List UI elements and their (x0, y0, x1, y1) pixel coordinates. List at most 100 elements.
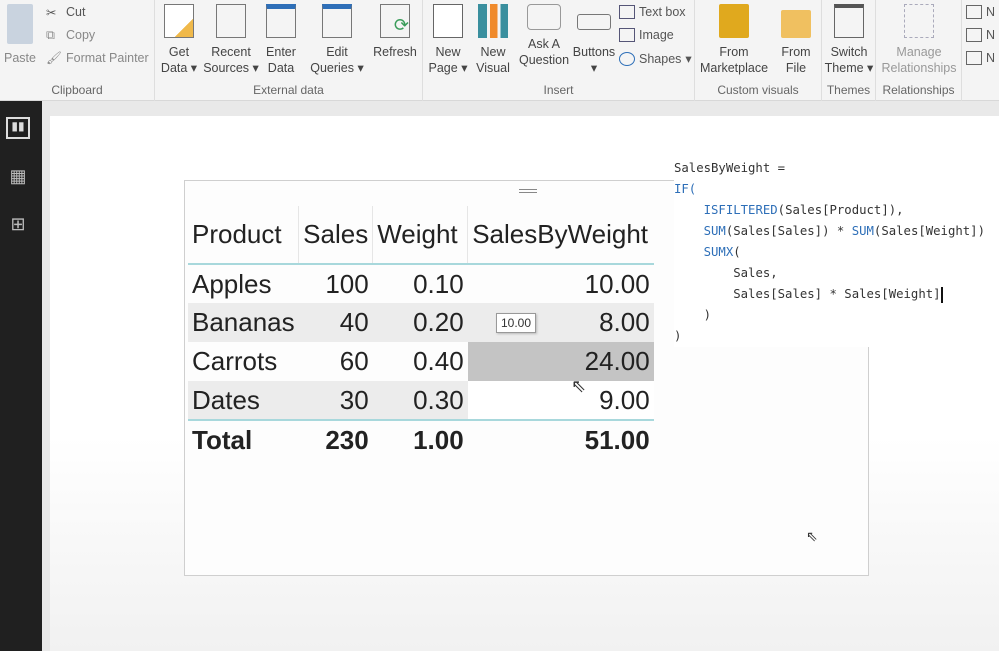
copy-icon: ⧉ (46, 28, 55, 42)
table-row: Apples 100 0.10 10.00 (188, 264, 654, 303)
tooltip: 10.00 (496, 313, 537, 333)
manage-relationships-button[interactable]: Manage Relationships (878, 4, 960, 76)
cell: 0.30 (372, 381, 468, 420)
database-icon (164, 4, 194, 38)
new-visual-button[interactable]: New Visual (473, 4, 513, 76)
paste-button[interactable]: Paste (2, 4, 38, 66)
edit-table-icon (322, 4, 352, 38)
image-icon (619, 28, 635, 42)
mouse-cursor-icon: ⇖ (806, 528, 818, 544)
data-view-icon[interactable]: ▦ (6, 166, 30, 188)
column-header-sales[interactable]: Sales (298, 206, 374, 264)
relationships-icon (904, 4, 934, 38)
ribbon: Paste ✂ Cut ⧉ Copy 🖌 Format Painter Clipboa… (0, 0, 999, 101)
table-icon (266, 4, 296, 38)
insert-group: New Page ▾ New Visual Ask A Question Button… (423, 0, 695, 101)
cell: 30 (298, 381, 373, 420)
cell: 1.00 (413, 424, 464, 455)
calculator-icon (966, 5, 982, 19)
from-marketplace-button[interactable]: From Marketplace (697, 4, 771, 76)
ask-question-button[interactable]: Ask A Question (516, 4, 572, 68)
cell: 100 (325, 268, 369, 299)
custom-visuals-group: From Marketplace From File Custom visuals (695, 0, 822, 101)
code-keyword: SUMX (703, 245, 734, 259)
relationships-group: Manage Relationships Relationships (876, 0, 962, 101)
external-data-group: Get Data ▾ Recent Sources ▾ Enter Data Edit… (155, 0, 423, 101)
cell: 0.10 (413, 268, 464, 299)
column-header-weight[interactable]: Weight (372, 206, 469, 264)
mouse-cursor-icon: ⇖ (571, 376, 587, 396)
hovered-cell[interactable]: 24.00 (467, 342, 654, 381)
code-keyword: SUM (851, 224, 874, 238)
theme-icon (834, 4, 864, 38)
data-table: Product Sales Weight SalesByWeight Apple… (188, 206, 654, 459)
shapes-button[interactable]: Shapes ▾ (619, 51, 692, 66)
shopping-bag-icon (719, 4, 749, 38)
text-box-icon (619, 5, 635, 19)
from-file-button[interactable]: From File (773, 4, 819, 76)
code-line: (Sales[Product]), (777, 203, 904, 217)
shapes-icon (619, 51, 635, 66)
group-label: Themes (826, 83, 871, 97)
paste-icon (7, 4, 33, 44)
refresh-icon: ⟳ (380, 4, 410, 38)
table-row: Bananas 40 0.20 8.00 (188, 303, 654, 342)
cell: 230 (325, 424, 369, 455)
recent-sources-button[interactable]: Recent Sources ▾ (203, 4, 259, 76)
formula-editor[interactable]: SalesByWeight = IF( ISFILTERED(Sales[Pro… (674, 158, 991, 347)
model-view-icon[interactable]: ⊞ (6, 214, 30, 236)
button-icon (577, 14, 611, 30)
group-label: External data (253, 83, 324, 97)
folder-icon (781, 10, 811, 38)
group-label: Clipboard (51, 83, 103, 97)
clipboard-group: Paste ✂ Cut ⧉ Copy 🖌 Format Painter Clipboa… (0, 0, 155, 101)
bar-chart-icon (478, 4, 508, 38)
code-line: IF( (674, 182, 697, 196)
drag-handle[interactable] (519, 189, 537, 193)
cut-button[interactable]: ✂ Cut (46, 5, 85, 20)
themes-group: Switch Theme ▾ Themes (822, 0, 876, 101)
scissors-icon: ✂ (46, 6, 57, 20)
code-line: SalesByWeight = (674, 161, 786, 175)
cell: Bananas (188, 303, 299, 342)
group-label: Insert (543, 83, 574, 97)
refresh-button[interactable]: ⟳ Refresh (371, 4, 419, 60)
buttons-button[interactable]: Buttons ▾ (571, 4, 617, 76)
group-label: Relationships (882, 83, 955, 97)
code-line: Sales[Sales] * Sales[Weight] (733, 287, 941, 301)
column-header-salesbyweight[interactable]: SalesByWeight (468, 206, 654, 264)
new-quick-measure-button[interactable]: N (966, 51, 995, 65)
report-view-icon[interactable]: ▮▮ (6, 117, 30, 139)
header-row: Product Sales Weight SalesByWeight (188, 206, 654, 264)
clock-document-icon (216, 4, 246, 38)
text-cursor (940, 286, 943, 303)
new-page-icon (433, 4, 463, 38)
new-measure-button[interactable]: N (966, 5, 995, 19)
code-line: Sales, (733, 266, 778, 280)
cell: 0.20 (372, 303, 468, 342)
format-painter-button[interactable]: 🖌 Format Painter (46, 51, 149, 65)
new-column-button[interactable]: N (966, 28, 995, 42)
enter-data-button[interactable]: Enter Data (261, 4, 301, 76)
view-sidebar: ▮▮ ▦ ⊞ (0, 101, 42, 651)
copy-button[interactable]: ⧉ Copy (46, 28, 95, 42)
code-keyword: SUM (703, 224, 726, 238)
column-header-product[interactable]: Product (188, 206, 300, 264)
image-button[interactable]: Image (619, 28, 674, 42)
total-row: Total 230 1.00 51.00 (188, 420, 654, 459)
edit-queries-button[interactable]: Edit Queries ▾ (309, 4, 365, 76)
cell: 40 (298, 303, 373, 342)
get-data-button[interactable]: Get Data ▾ (159, 4, 199, 76)
text-box-button[interactable]: Text box (619, 5, 686, 19)
quick-measure-icon (966, 51, 982, 65)
brush-icon: 🖌 (46, 51, 62, 65)
switch-theme-button[interactable]: Switch Theme ▾ (824, 4, 874, 76)
code-keyword: ISFILTERED (703, 203, 778, 217)
cell: 60 (339, 346, 369, 376)
cell: Carrots (192, 346, 278, 376)
code-line: ( (733, 245, 741, 259)
column-icon (966, 28, 982, 42)
cell: Dates (188, 381, 299, 420)
new-page-button[interactable]: New Page ▾ (425, 4, 471, 76)
code-line: (Sales[Weight]) (873, 224, 985, 238)
